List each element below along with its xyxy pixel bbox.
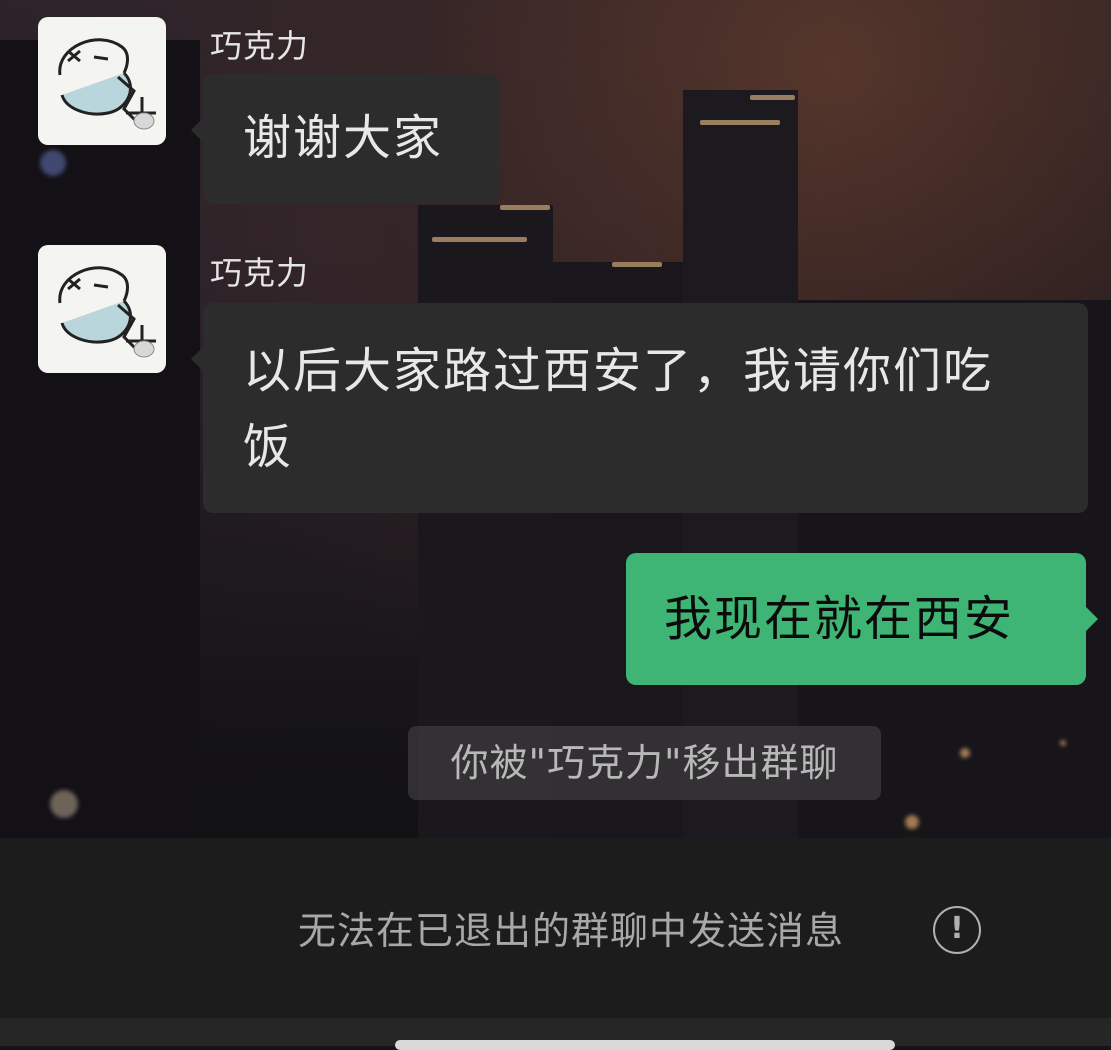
sender-avatar[interactable]	[38, 245, 166, 373]
message-text: 谢谢大家	[243, 110, 444, 166]
background-light	[612, 262, 662, 267]
home-indicator[interactable]	[395, 1040, 895, 1050]
sender-name: 巧克力	[210, 254, 310, 292]
background-light	[1060, 740, 1066, 746]
system-notice: 你被"巧克力"移出群聊	[408, 726, 881, 800]
exclamation-circle-icon[interactable]: !	[933, 906, 981, 954]
sender-avatar[interactable]	[38, 17, 166, 145]
chat-area[interactable]: 巧克力 谢谢大家 巧克力 以后大家路过西安了，我请你们吃 饭 我现在就在西安 你…	[0, 0, 1111, 838]
cannot-send-message-text: 无法在已退出的群聊中发送消息	[298, 909, 845, 953]
sender-name: 巧克力	[210, 27, 310, 65]
incoming-message-bubble[interactable]: 谢谢大家	[191, 74, 499, 204]
message-text: 我现在就在西安	[664, 591, 1015, 647]
background-light	[750, 95, 795, 100]
message-text-line: 以后大家路过西安了，我请你们吃	[243, 343, 994, 399]
outgoing-message-bubble[interactable]: 我现在就在西安	[626, 553, 1098, 685]
incoming-message-bubble[interactable]: 以后大家路过西安了，我请你们吃 饭	[191, 303, 1088, 513]
message-text-line: 饭	[243, 419, 294, 475]
doodle-face-icon	[58, 266, 156, 358]
background-light	[40, 150, 66, 176]
doodle-face-icon	[58, 38, 156, 130]
background-light	[700, 120, 780, 125]
background-light	[50, 790, 78, 818]
background-light	[905, 815, 919, 829]
background-light	[500, 205, 550, 210]
background-building	[0, 40, 200, 838]
background-light	[960, 748, 970, 758]
background-light	[432, 237, 527, 242]
